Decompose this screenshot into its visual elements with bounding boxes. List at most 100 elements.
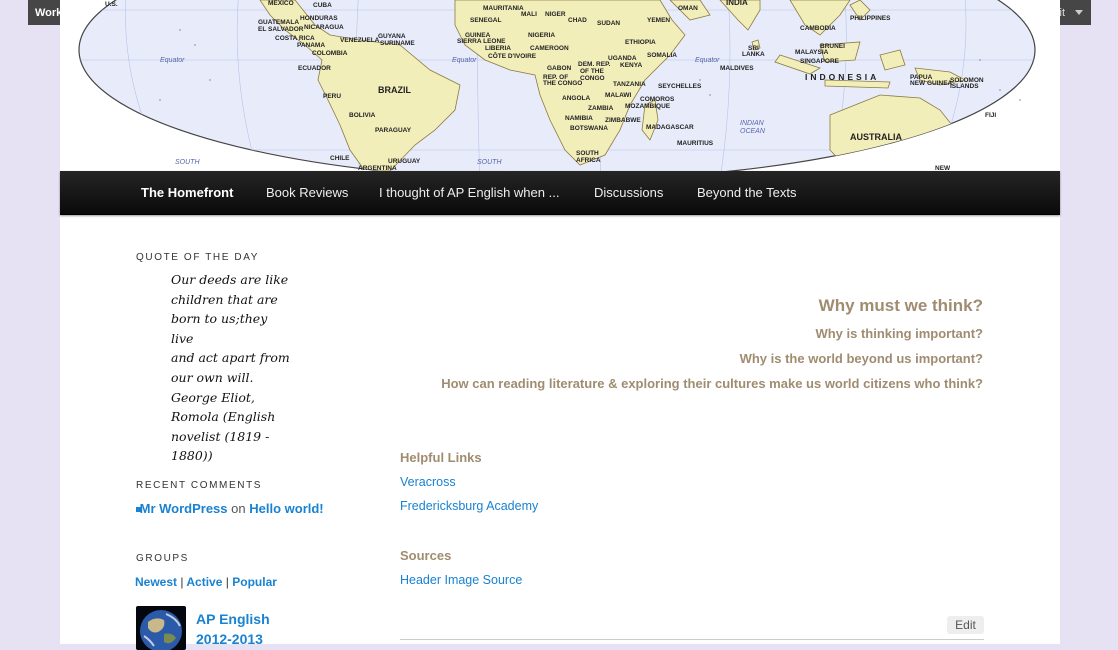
svg-text:Equator: Equator <box>160 57 185 64</box>
nav-item-discussions[interactable]: Discussions <box>594 171 663 214</box>
svg-text:CUBA: CUBA <box>313 2 332 9</box>
svg-text:PERU: PERU <box>323 93 341 100</box>
svg-text:MADAGASCAR: MADAGASCAR <box>646 124 694 131</box>
quote-widget-title: Quote of the Day <box>136 252 260 263</box>
svg-text:DEM. REP.: DEM. REP. <box>578 61 611 68</box>
group-name-link[interactable]: AP English 2012-2013 <box>196 609 286 649</box>
svg-text:INDIAN: INDIAN <box>740 120 765 127</box>
svg-text:VENEZUELA: VENEZUELA <box>340 37 380 44</box>
groups-filter-nav: Newest | Active | Popular <box>135 575 277 589</box>
nav-item-beyond-the-texts[interactable]: Beyond the Texts <box>697 171 797 214</box>
svg-text:GUYANA: GUYANA <box>378 33 406 40</box>
admin-bar-site-label[interactable]: Work <box>35 7 62 19</box>
recent-comment-item: Mr WordPress on Hello world! <box>136 501 324 516</box>
svg-text:SINGAPORE: SINGAPORE <box>800 58 840 65</box>
svg-text:AUSTRALIA: AUSTRALIA <box>850 132 902 142</box>
svg-text:CÔTE D'IVOIRE: CÔTE D'IVOIRE <box>488 51 537 60</box>
sources-title: Sources <box>400 548 452 563</box>
svg-text:CHILE: CHILE <box>330 155 350 162</box>
svg-text:HONDURAS: HONDURAS <box>300 15 338 22</box>
page-container: MEXICO CUBA GUATEMALA EL SALVADOR HONDUR… <box>60 0 1060 650</box>
svg-text:NIGERIA: NIGERIA <box>528 32 555 39</box>
svg-text:SOUTH: SOUTH <box>576 150 599 157</box>
svg-text:COLOMBIA: COLOMBIA <box>312 50 348 57</box>
svg-text:INDONESIA: INDONESIA <box>805 72 879 82</box>
quote-line: children that are <box>171 291 278 307</box>
edit-button[interactable]: Edit <box>947 616 984 634</box>
svg-text:SEYCHELLES: SEYCHELLES <box>658 83 702 90</box>
svg-text:SENEGAL: SENEGAL <box>470 17 501 24</box>
comment-author-link[interactable]: Mr WordPress <box>140 501 228 516</box>
svg-text:THE CONGO: THE CONGO <box>543 80 582 87</box>
helpful-links-title: Helpful Links <box>400 450 482 465</box>
svg-text:BRUNEI: BRUNEI <box>820 43 845 50</box>
svg-text:COMOROS: COMOROS <box>640 96 675 103</box>
svg-text:MALI: MALI <box>521 11 537 18</box>
group-avatar-earth-icon[interactable] <box>136 606 186 650</box>
svg-text:ETHIOPIA: ETHIOPIA <box>625 39 656 46</box>
quote-line: Our deeds are like <box>171 272 289 287</box>
comment-on-text: on <box>231 501 246 516</box>
svg-text:CONGO: CONGO <box>580 75 605 82</box>
svg-text:LANKA: LANKA <box>742 51 765 58</box>
svg-text:LIBERIA: LIBERIA <box>485 45 511 52</box>
quote-line: our own will. <box>171 369 254 385</box>
svg-text:MAURITANIA: MAURITANIA <box>483 5 524 12</box>
quote-line: novelist (1819 - <box>171 428 270 444</box>
svg-text:MOZAMBIQUE: MOZAMBIQUE <box>625 103 671 110</box>
quote-line: born to us;they live <box>171 311 268 346</box>
svg-text:SOUTH: SOUTH <box>477 159 502 166</box>
page-subheading: How can reading literature & exploring t… <box>441 376 983 391</box>
quote-line: George Eliot, <box>171 389 255 405</box>
nav-item-ap-english[interactable]: I thought of AP English when ... <box>379 171 559 214</box>
separator: | <box>225 575 229 589</box>
svg-text:ZIMBABWE: ZIMBABWE <box>605 117 641 124</box>
svg-text:TANZANIA: TANZANIA <box>613 81 646 88</box>
svg-text:SUDAN: SUDAN <box>597 20 620 27</box>
svg-text:EL SALVADOR: EL SALVADOR <box>258 26 304 33</box>
quote-line: 1880)) <box>171 448 213 464</box>
svg-text:SIERRA LEONE: SIERRA LEONE <box>457 38 506 45</box>
svg-text:MALAYSIA: MALAYSIA <box>795 49 829 56</box>
svg-text:ANGOLA: ANGOLA <box>562 95 590 102</box>
svg-text:BOTSWANA: BOTSWANA <box>570 125 608 132</box>
groups-filter-active[interactable]: Active <box>186 575 222 589</box>
page-heading: Why must we think? <box>818 296 983 315</box>
comment-post-link[interactable]: Hello world! <box>249 501 323 516</box>
quote-line: and act apart from <box>171 350 290 366</box>
svg-text:NIGER: NIGER <box>545 11 566 18</box>
link-veracross[interactable]: Veracross <box>400 475 456 489</box>
quote-text: Our deeds are like children that are bor… <box>171 270 291 466</box>
link-fredericksburg-academy[interactable]: Fredericksburg Academy <box>400 499 538 513</box>
svg-text:FIJI: FIJI <box>985 112 996 119</box>
groups-filter-newest[interactable]: Newest <box>135 575 177 589</box>
quote-line: Romola (English <box>171 409 276 425</box>
svg-text:CHAD: CHAD <box>568 17 587 24</box>
svg-text:MEXICO: MEXICO <box>268 0 294 7</box>
page-subheading: Why is thinking important? <box>815 326 983 341</box>
svg-text:SOMALIA: SOMALIA <box>647 52 677 59</box>
nav-item-the-homefront[interactable]: The Homefront <box>141 171 233 214</box>
svg-text:INDIA: INDIA <box>726 0 748 7</box>
nav-item-book-reviews[interactable]: Book Reviews <box>266 171 348 214</box>
svg-text:NEW GUINEA: NEW GUINEA <box>910 80 953 87</box>
svg-text:OMAN: OMAN <box>678 5 698 12</box>
svg-text:Equator: Equator <box>452 57 477 64</box>
svg-text:MALAWI: MALAWI <box>605 92 632 99</box>
link-header-image-source[interactable]: Header Image Source <box>400 573 522 587</box>
svg-text:ECUADOR: ECUADOR <box>298 65 331 72</box>
svg-text:OF THE: OF THE <box>580 68 604 75</box>
svg-text:SURINAME: SURINAME <box>380 40 415 47</box>
svg-text:URUGUAY: URUGUAY <box>388 158 421 165</box>
svg-text:OCEAN: OCEAN <box>740 128 766 135</box>
svg-text:GUATEMALA: GUATEMALA <box>258 19 299 26</box>
recent-comments-title: Recent Comments <box>136 480 263 491</box>
header-image-world-map[interactable]: MEXICO CUBA GUATEMALA EL SALVADOR HONDUR… <box>60 0 1060 171</box>
svg-text:PHILIPPINES: PHILIPPINES <box>850 15 891 22</box>
svg-text:UGANDA: UGANDA <box>608 55 637 62</box>
divider <box>400 639 984 640</box>
svg-text:U.S.: U.S. <box>105 1 118 8</box>
admin-bar-account-label[interactable]: it <box>1060 7 1066 19</box>
chevron-down-icon[interactable] <box>1075 10 1083 15</box>
groups-filter-popular[interactable]: Popular <box>232 575 277 589</box>
